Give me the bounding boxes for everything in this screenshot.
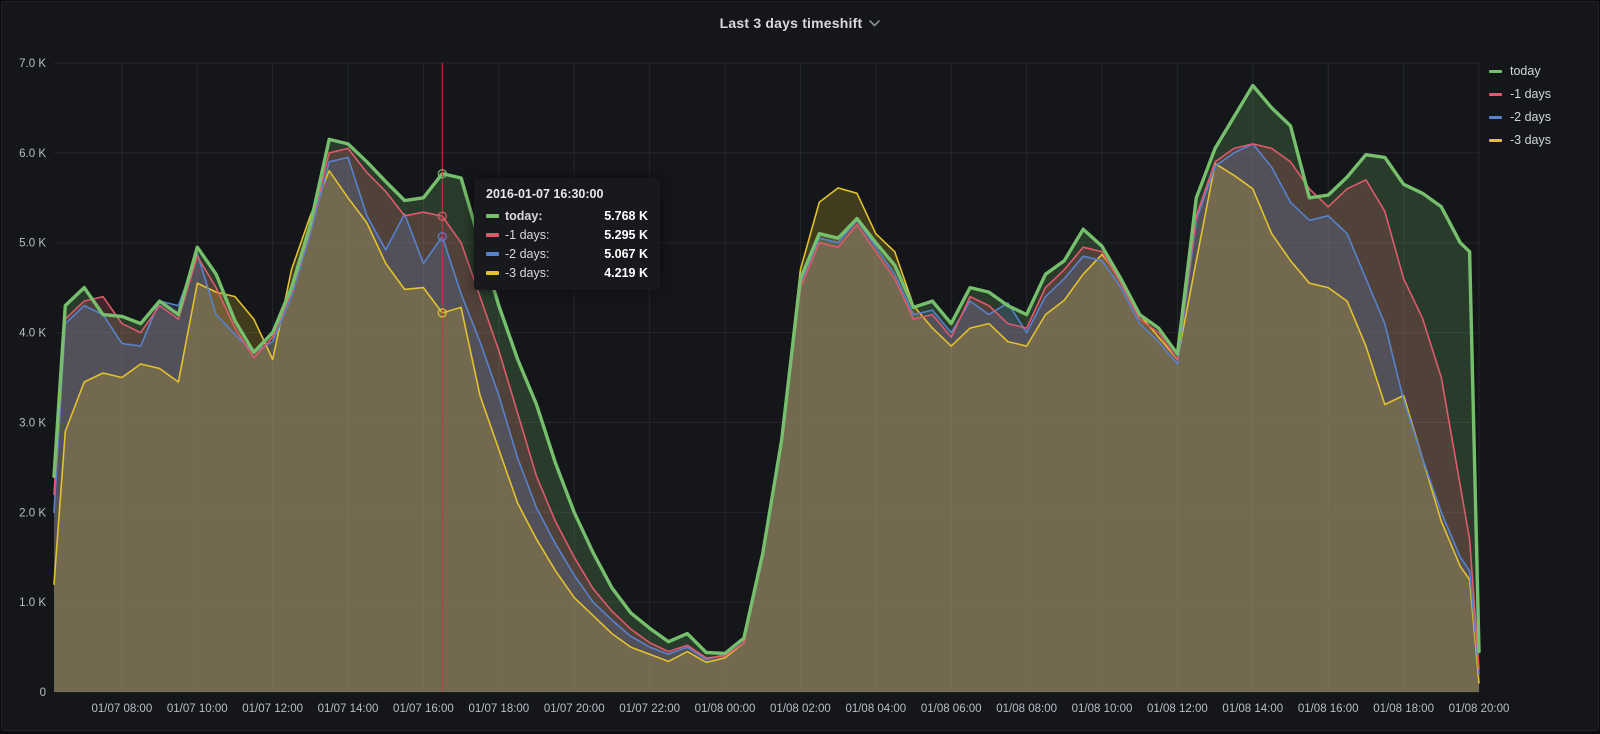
- legend: today -1 days -2 days -3 days: [1489, 64, 1551, 147]
- legend-item--3-days[interactable]: -3 days: [1489, 133, 1551, 147]
- x-axis-label: 01/08 04:00: [845, 703, 906, 715]
- y-axis-label: 0: [40, 687, 46, 699]
- tooltip-row: -3 days: 4.219 K: [486, 266, 648, 280]
- tooltip-series-label: today:: [505, 209, 560, 223]
- x-axis-label: 01/08 10:00: [1072, 703, 1133, 715]
- x-axis-label: 01/08 06:00: [921, 703, 982, 715]
- tooltip-series-label: -2 days:: [505, 247, 560, 261]
- x-axis-label: 01/07 20:00: [544, 703, 605, 715]
- y-axis-label: 1.0 K: [19, 597, 46, 609]
- tooltip-series-value: 5.295 K: [604, 228, 648, 242]
- series-areas: [54, 86, 1479, 693]
- y-axis-label: 4.0 K: [19, 328, 46, 340]
- legend-label: -1 days: [1510, 87, 1551, 101]
- chevron-down-icon: [869, 20, 880, 27]
- x-axis-label: 01/07 12:00: [242, 703, 303, 715]
- tooltip-series-label: -1 days:: [505, 228, 560, 242]
- panel-header: Last 3 days timeshift: [2, 2, 1598, 44]
- x-axis-label: 01/08 02:00: [770, 703, 831, 715]
- tooltip-series-swatch: [486, 252, 499, 256]
- tooltip-series-swatch: [486, 233, 499, 237]
- tooltip-series-label: -3 days:: [505, 266, 560, 280]
- tooltip-series-swatch: [486, 214, 499, 218]
- x-axis-label: 01/08 12:00: [1147, 703, 1208, 715]
- tooltip-series-value: 4.219 K: [604, 266, 648, 280]
- legend-dash: [1489, 139, 1502, 142]
- x-axis-label: 01/08 16:00: [1298, 703, 1359, 715]
- legend-item-today[interactable]: today: [1489, 64, 1551, 78]
- y-axis-label: 7.0 K: [19, 58, 46, 70]
- legend-dash: [1489, 70, 1502, 73]
- y-axis-label: 3.0 K: [19, 417, 46, 429]
- legend-label: -3 days: [1510, 133, 1551, 147]
- legend-item--1-days[interactable]: -1 days: [1489, 87, 1551, 101]
- panel-title-text: Last 3 days timeshift: [720, 15, 863, 31]
- y-axis-label: 6.0 K: [19, 148, 46, 160]
- legend-dash: [1489, 93, 1502, 96]
- tooltip-series-value: 5.067 K: [604, 247, 648, 261]
- y-axis-label: 2.0 K: [19, 507, 46, 519]
- x-axis-label: 01/07 14:00: [318, 703, 379, 715]
- x-axis-label: 01/08 18:00: [1373, 703, 1434, 715]
- x-axis-label: 01/08 08:00: [996, 703, 1057, 715]
- tooltip-row: today: 5.768 K: [486, 209, 648, 223]
- y-axis-label: 5.0 K: [19, 238, 46, 250]
- x-axis-label: 01/07 22:00: [619, 703, 680, 715]
- tooltip-rows: today: 5.768 K -1 days: 5.295 K -2 days: 5.06…: [486, 209, 648, 280]
- panel-title[interactable]: Last 3 days timeshift: [720, 15, 881, 31]
- grafana-panel: Last 3 days timeshift 0 1.0 K 2.0 K 3.0 K 4.…: [1, 1, 1599, 731]
- x-axis-label: 01/07 16:00: [393, 703, 454, 715]
- legend-label: -2 days: [1510, 110, 1551, 124]
- x-axis-label: 01/08 00:00: [695, 703, 756, 715]
- timeseries-chart[interactable]: 0 1.0 K 2.0 K 3.0 K 4.0 K 5.0 K 6.0 K 7.0 K 01/0…: [2, 2, 1600, 734]
- tooltip: 2016-01-07 16:30:00 today: 5.768 K -1 days…: [474, 178, 660, 290]
- tooltip-series-swatch: [486, 271, 499, 275]
- tooltip-row: -1 days: 5.295 K: [486, 228, 648, 242]
- legend-dash: [1489, 116, 1502, 119]
- legend-label: today: [1510, 64, 1541, 78]
- x-axis-label: 01/07 10:00: [167, 703, 228, 715]
- tooltip-row: -2 days: 5.067 K: [486, 247, 648, 261]
- legend-item--2-days[interactable]: -2 days: [1489, 110, 1551, 124]
- tooltip-series-value: 5.768 K: [604, 209, 648, 223]
- x-axis-label: 01/08 20:00: [1449, 703, 1510, 715]
- tooltip-timestamp: 2016-01-07 16:30:00: [486, 187, 648, 201]
- x-axis-label: 01/07 18:00: [468, 703, 529, 715]
- x-axis-label: 01/08 14:00: [1222, 703, 1283, 715]
- x-axis-label: 01/07 08:00: [91, 703, 152, 715]
